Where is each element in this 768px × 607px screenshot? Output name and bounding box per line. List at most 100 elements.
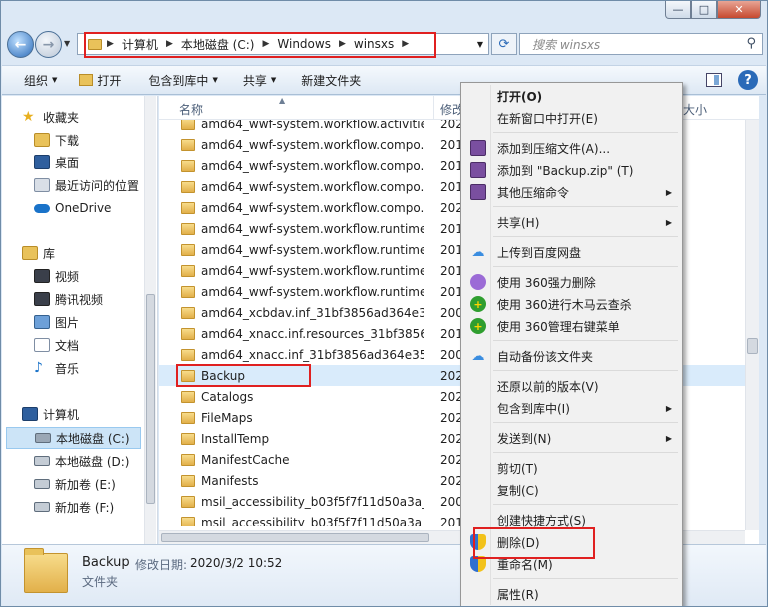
scrollbar-thumb[interactable] bbox=[146, 294, 155, 504]
menu-item-include-library[interactable]: 包含到库中(I) ▶ bbox=[463, 397, 680, 419]
navigation-bar: ← → ▼ ▶ 计算机 ▶ 本地磁盘 (C:) ▶ Windows ▶ wins… bbox=[5, 29, 763, 61]
folder-icon bbox=[181, 201, 195, 214]
toolbar-right: ? bbox=[706, 70, 758, 90]
new-folder-button[interactable]: 新建文件夹 bbox=[287, 72, 372, 89]
menu-item-label: 重命名(M) bbox=[497, 557, 553, 572]
breadcrumb-windows[interactable]: Windows bbox=[277, 37, 331, 51]
breadcrumb-separator-icon[interactable]: ▶ bbox=[166, 39, 173, 49]
file-name: amd64_wwf-system.workflow.runtime... bbox=[201, 221, 424, 236]
file-name: amd64_wwf-system.workflow.runtime... bbox=[201, 242, 424, 257]
menu-separator bbox=[493, 236, 678, 237]
maximize-button[interactable]: □ bbox=[691, 1, 717, 19]
close-button[interactable]: ✕ bbox=[717, 1, 761, 19]
folder-icon bbox=[181, 453, 195, 466]
preview-pane-icon[interactable] bbox=[706, 73, 722, 87]
sidebar-item-drive-c[interactable]: 本地磁盘 (C:) bbox=[6, 427, 141, 449]
menu-item-properties[interactable]: 属性(R) bbox=[463, 583, 680, 605]
menu-item-open-new-window[interactable]: 在新窗口中打开(E) bbox=[463, 107, 680, 129]
menu-item-360-force-delete[interactable]: 使用 360强力删除 bbox=[463, 271, 680, 293]
folder-icon bbox=[181, 285, 195, 298]
file-list-vertical-scrollbar[interactable] bbox=[745, 120, 759, 530]
menu-item-label: 其他压缩命令 bbox=[497, 185, 570, 200]
menu-item-360-scan[interactable]: + 使用 360进行木马云查杀 bbox=[463, 293, 680, 315]
share-button[interactable]: 共享 ▼ bbox=[229, 72, 287, 89]
menu-item-delete[interactable]: 删除(D) bbox=[463, 531, 680, 553]
menu-item-open[interactable]: 打开(O) bbox=[463, 85, 680, 107]
document-icon bbox=[34, 338, 50, 352]
sidebar-item-label: 最近访问的位置 bbox=[55, 178, 140, 193]
folder-icon bbox=[181, 180, 195, 193]
file-name: Catalogs bbox=[201, 389, 254, 404]
address-bar[interactable]: ▶ 计算机 ▶ 本地磁盘 (C:) ▶ Windows ▶ winsxs ▶ ▼ bbox=[77, 32, 489, 58]
menu-item-label: 发送到(N) bbox=[497, 431, 552, 446]
menu-item-send-to[interactable]: 发送到(N) ▶ bbox=[463, 427, 680, 449]
column-divider[interactable] bbox=[433, 96, 434, 120]
sidebar-item-label: 库 bbox=[43, 246, 56, 261]
search-icon[interactable]: ⚲ bbox=[746, 36, 756, 51]
navigation-pane: ★ 收藏夹 下载 桌面 最近访问的位置 OneDrive 库 视频 腾讯视频 图… bbox=[2, 96, 158, 544]
search-input[interactable]: 搜索 winsxs ⚲ bbox=[519, 33, 763, 55]
minimize-button[interactable]: — bbox=[665, 1, 691, 19]
sidebar-item-label: 腾讯视频 bbox=[55, 292, 104, 307]
menu-item-cut[interactable]: 剪切(T) bbox=[463, 457, 680, 479]
scrollbar-thumb[interactable] bbox=[747, 338, 758, 354]
folder-icon bbox=[181, 516, 195, 526]
help-icon[interactable]: ? bbox=[738, 70, 758, 90]
folder-icon bbox=[88, 38, 102, 50]
open-button[interactable]: 打开 bbox=[68, 72, 132, 89]
breadcrumb-separator-icon[interactable]: ▶ bbox=[107, 39, 114, 49]
menu-item-restore-previous[interactable]: 还原以前的版本(V) bbox=[463, 375, 680, 397]
column-header-size[interactable]: 大小 bbox=[683, 101, 707, 118]
breadcrumb-separator-icon[interactable]: ▶ bbox=[402, 39, 409, 49]
menu-separator bbox=[493, 370, 678, 371]
menu-item-copy[interactable]: 复制(C) bbox=[463, 479, 680, 501]
sidebar-item-label: 新加卷 (F:) bbox=[55, 500, 115, 515]
include-in-library-button[interactable]: 包含到库中 ▼ bbox=[132, 72, 228, 89]
menu-item-share[interactable]: 共享(H) ▶ bbox=[463, 211, 680, 233]
file-name: amd64_wwf-system.workflow.runtime... bbox=[201, 263, 424, 278]
folder-icon bbox=[181, 306, 195, 319]
folder-icon bbox=[24, 548, 68, 593]
folder-icon bbox=[181, 474, 195, 487]
column-header-name[interactable]: 名称 bbox=[179, 101, 203, 118]
submenu-arrow-icon: ▶ bbox=[665, 433, 672, 443]
breadcrumb-separator-icon[interactable]: ▶ bbox=[262, 39, 269, 49]
refresh-button[interactable]: ⟳ bbox=[491, 33, 517, 55]
file-name: InstallTemp bbox=[201, 431, 270, 446]
menu-item-label: 上传到百度网盘 bbox=[497, 245, 582, 260]
search-placeholder: 搜索 winsxs bbox=[532, 37, 601, 52]
winrar-icon bbox=[470, 140, 486, 156]
details-file-name: Backup bbox=[82, 555, 130, 570]
scrollbar-thumb[interactable] bbox=[161, 533, 429, 542]
folder-icon bbox=[181, 138, 195, 151]
breadcrumb-drive-c[interactable]: 本地磁盘 (C:) bbox=[181, 36, 255, 53]
folder-icon bbox=[181, 120, 195, 130]
breadcrumb-separator-icon[interactable]: ▶ bbox=[339, 39, 346, 49]
menu-separator bbox=[493, 340, 678, 341]
menu-item-add-to-backup-zip[interactable]: 添加到 "Backup.zip" (T) bbox=[463, 159, 680, 181]
back-button[interactable]: ← bbox=[7, 31, 34, 58]
cloud-icon bbox=[34, 203, 50, 213]
breadcrumb-winsxs[interactable]: winsxs bbox=[354, 37, 394, 51]
breadcrumb-computer[interactable]: 计算机 bbox=[122, 36, 158, 53]
menu-item-rename[interactable]: 重命名(M) bbox=[463, 553, 680, 575]
menu-item-upload-baidu[interactable]: ☁ 上传到百度网盘 bbox=[463, 241, 680, 263]
menu-item-other-compress[interactable]: 其他压缩命令 ▶ bbox=[463, 181, 680, 203]
folder-icon bbox=[181, 327, 195, 340]
sidebar-scrollbar[interactable] bbox=[144, 96, 156, 544]
recent-pages-dropdown-icon[interactable]: ▼ bbox=[64, 39, 70, 48]
menu-item-label: 添加到压缩文件(A)... bbox=[497, 141, 611, 156]
forward-button[interactable]: → bbox=[35, 31, 62, 58]
file-name: FileMaps bbox=[201, 410, 253, 425]
address-dropdown-icon[interactable]: ▼ bbox=[477, 40, 483, 49]
menu-item-create-shortcut[interactable]: 创建快捷方式(S) bbox=[463, 509, 680, 531]
organize-button[interactable]: 组织 ▼ bbox=[2, 72, 68, 89]
menu-item-label: 共享(H) bbox=[497, 215, 540, 230]
file-name: amd64_wwf-system.workflow.compo... bbox=[201, 137, 424, 152]
menu-item-360-manage[interactable]: + 使用 360管理右键菜单 bbox=[463, 315, 680, 337]
folder-icon bbox=[181, 264, 195, 277]
menu-item-label: 使用 360管理右键菜单 bbox=[497, 319, 620, 334]
menu-item-add-to-archive[interactable]: 添加到压缩文件(A)... bbox=[463, 137, 680, 159]
menu-item-auto-backup[interactable]: ☁ 自动备份该文件夹 bbox=[463, 345, 680, 367]
details-type: 文件夹 bbox=[82, 575, 119, 589]
